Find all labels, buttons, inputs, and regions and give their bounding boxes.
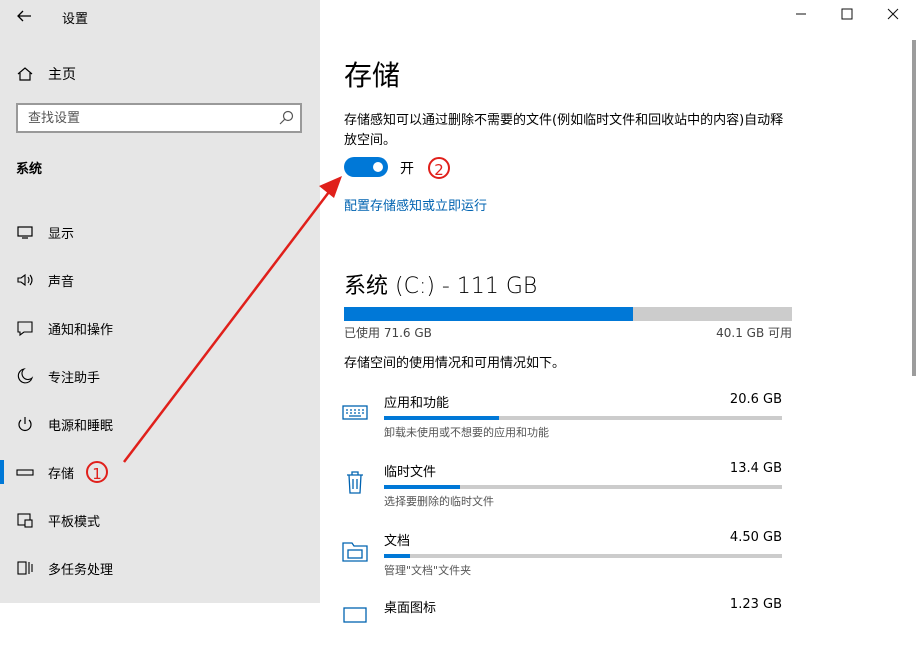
category-name: 应用和功能 (384, 396, 450, 411)
page-title: 存储 (344, 59, 401, 92)
category-description: 选择要删除的临时文件 (384, 495, 494, 508)
drive-used-label: 已使用 71.6 GB (344, 326, 432, 340)
sidebar-item-multitasking[interactable]: 多任务处理 (0, 544, 320, 592)
category-temp-files[interactable]: 临时文件 13.4 GB 选择要删除的临时文件 (342, 461, 784, 521)
category-description: 管理"文档"文件夹 (384, 564, 472, 577)
category-name: 临时文件 (384, 465, 437, 480)
sidebar-item-label: 显示 (48, 226, 75, 242)
section-title: 系统 (16, 162, 43, 177)
sidebar: 设置 主页 系统 显示 声音 (0, 0, 320, 603)
category-size: 4.50 GB (729, 530, 782, 545)
sidebar-item-tablet-mode[interactable]: 平板模式 (0, 496, 320, 544)
display-icon (16, 223, 34, 241)
scrollbar[interactable] (912, 40, 916, 376)
main-content: 存储 存储感知可以通过删除不需要的文件(例如临时文件和回收站中的内容)自动释放空… (320, 0, 916, 623)
configure-storage-sense-link[interactable]: 配置存储感知或立即运行 (344, 195, 487, 214)
sidebar-item-label: 声音 (48, 274, 75, 290)
sidebar-item-label: 通知和操作 (48, 322, 114, 338)
home-icon (17, 67, 33, 81)
category-size: 20.6 GB (729, 392, 782, 407)
notification-icon (16, 319, 34, 337)
toggle-knob (373, 162, 383, 172)
category-usage-fill (384, 416, 500, 420)
drive-usage-bar (344, 307, 792, 321)
category-documents[interactable]: 文档 4.50 GB 管理"文档"文件夹 (342, 530, 784, 590)
toggle-state-label: 开 (400, 161, 414, 177)
storage-icon (16, 463, 34, 481)
trash-icon (347, 471, 363, 494)
sidebar-item-label: 电源和睡眠 (48, 418, 114, 434)
back-button[interactable] (12, 4, 36, 28)
search-icon[interactable] (278, 110, 294, 126)
title-bar: 设置 (0, 0, 320, 34)
multitask-icon (16, 559, 34, 577)
drive-usage-fill (344, 307, 633, 321)
sound-icon (16, 271, 34, 289)
sidebar-item-notifications[interactable]: 通知和操作 (0, 304, 320, 352)
category-description: 卸载未使用或不想要的应用和功能 (384, 426, 549, 439)
category-usage-fill (384, 554, 410, 558)
folder-icon (342, 542, 368, 562)
drive-free-label: 40.1 GB 可用 (716, 326, 792, 340)
category-usage-fill (384, 485, 460, 489)
search-input[interactable] (18, 105, 268, 131)
sidebar-item-power[interactable]: 电源和睡眠 (0, 400, 320, 448)
app-title: 设置 (62, 12, 89, 27)
storage-sense-description: 存储感知可以通过删除不需要的文件(例如临时文件和回收站中的内容)自动释放空间。 (344, 113, 784, 148)
tablet-icon (16, 511, 34, 529)
category-apps[interactable]: 应用和功能 20.6 GB 卸载未使用或不想要的应用和功能 (342, 392, 784, 452)
drive-title: 系统 (C:) - 111 GB (344, 274, 538, 299)
category-desktop[interactable]: 桌面图标 1.23 GB (342, 597, 784, 657)
category-size: 13.4 GB (729, 461, 782, 476)
sidebar-item-label: 平板模式 (48, 514, 101, 530)
moon-icon (16, 367, 34, 385)
category-usage-bar (384, 485, 782, 489)
storage-sense-toggle[interactable] (344, 157, 388, 177)
keyboard-icon (342, 405, 368, 420)
power-icon (16, 415, 34, 433)
category-name: 文档 (384, 534, 411, 549)
category-usage-bar (384, 416, 782, 420)
sidebar-item-focus-assist[interactable]: 专注助手 (0, 352, 320, 400)
sidebar-item-label: 主页 (48, 67, 76, 83)
sidebar-item-label: 存储 (48, 466, 75, 482)
category-name: 桌面图标 (384, 601, 437, 616)
sidebar-nav: 显示 声音 通知和操作 专注助手 电源和睡眠 存储 1 平板模式 多任务处理 (0, 208, 320, 592)
sidebar-item-sound[interactable]: 声音 (0, 256, 320, 304)
sidebar-item-storage[interactable]: 存储 1 (0, 448, 320, 496)
sidebar-item-label: 专注助手 (48, 370, 101, 386)
sidebar-item-display[interactable]: 显示 (0, 208, 320, 256)
search-box[interactable] (16, 103, 302, 133)
usage-summary: 存储空间的使用情况和可用情况如下。 (344, 356, 566, 371)
annotation-marker-1: 1 (86, 461, 108, 483)
annotation-marker-2: 2 (428, 157, 450, 179)
category-usage-bar (384, 554, 782, 558)
sidebar-item-home[interactable]: 主页 (16, 64, 76, 84)
sidebar-item-label: 多任务处理 (48, 562, 114, 578)
desktop-icon (343, 607, 367, 623)
category-size: 1.23 GB (729, 597, 782, 612)
back-arrow-icon (17, 10, 31, 22)
